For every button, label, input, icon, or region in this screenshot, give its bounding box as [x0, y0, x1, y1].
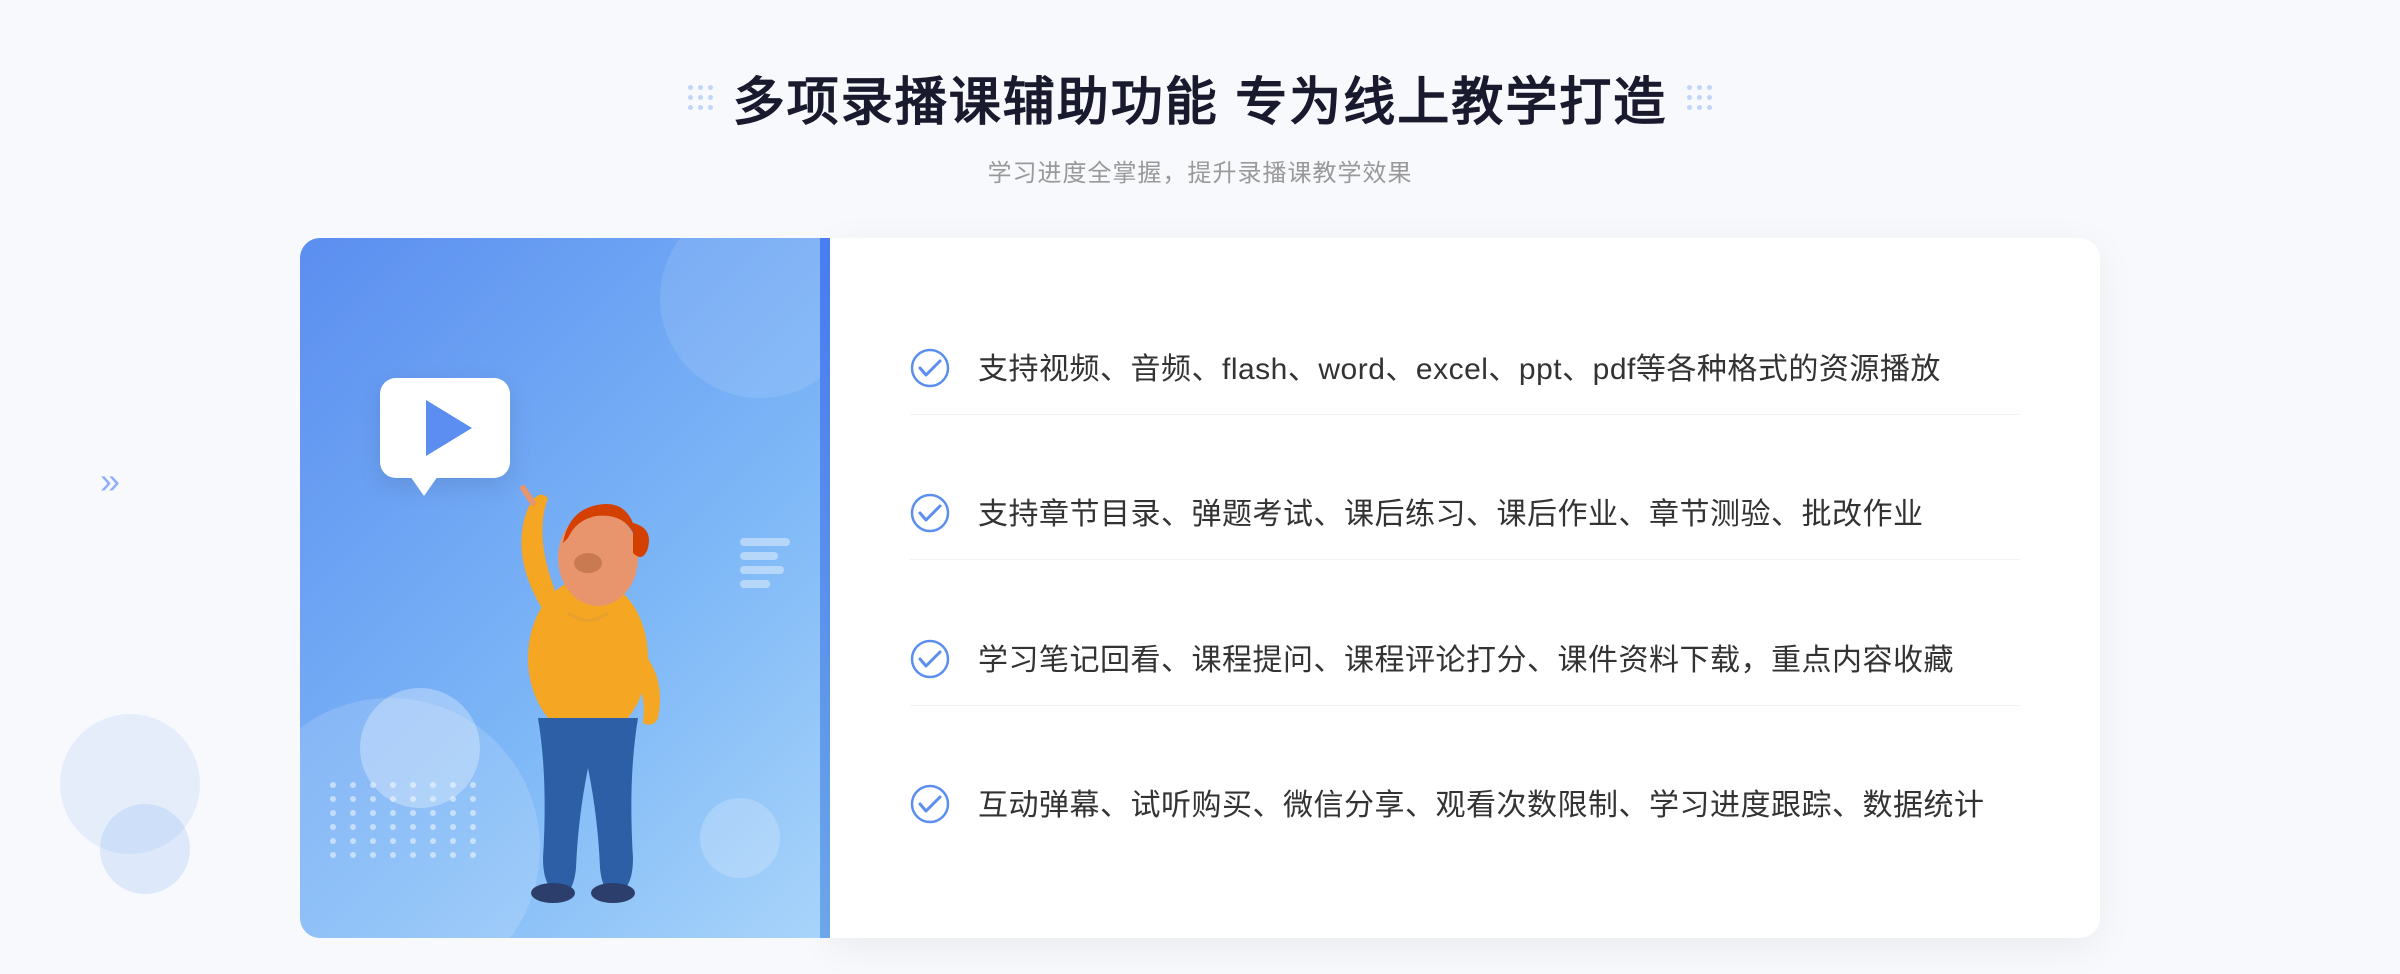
features-left-strip: [820, 238, 830, 938]
feature-item-3: 学习笔记回看、课程提问、课程评论打分、课件资料下载，重点内容收藏: [910, 617, 2020, 706]
header-deco-left: [688, 85, 713, 110]
feature-text-2: 支持章节目录、弹题考试、课后练习、课后作业、章节测验、批改作业: [978, 491, 1924, 539]
features-panel: 支持视频、音频、flash、word、excel、ppt、pdf等各种格式的资源…: [830, 238, 2100, 938]
check-icon-4: [910, 784, 950, 824]
check-icon-2: [910, 493, 950, 533]
chevron-left-deco: »: [100, 460, 120, 502]
feature-item-4: 互动弹幕、试听购买、微信分享、观看次数限制、学习进度跟踪、数据统计: [910, 762, 2020, 850]
main-title: 多项录播课辅助功能 专为线上教学打造: [733, 60, 1667, 135]
subtitle: 学习进度全掌握，提升录播课教学效果: [688, 153, 1712, 188]
illustration-card: [300, 238, 820, 938]
feature-item-1: 支持视频、音频、flash、word、excel、ppt、pdf等各种格式的资源…: [910, 326, 2020, 415]
feature-text-1: 支持视频、音频、flash、word、excel、ppt、pdf等各种格式的资源…: [978, 346, 1941, 394]
human-figure: [448, 358, 728, 938]
check-icon-1: [910, 348, 950, 388]
bars-decoration: [740, 538, 790, 588]
bg-circle-2: [100, 804, 190, 894]
feature-text-4: 互动弹幕、试听购买、微信分享、观看次数限制、学习进度跟踪、数据统计: [978, 782, 1985, 830]
title-row: 多项录播课辅助功能 专为线上教学打造: [688, 60, 1712, 135]
header-deco-right: [1687, 85, 1712, 110]
header-section: 多项录播课辅助功能 专为线上教学打造 学习进度全掌握，提升录播课教学效果: [688, 60, 1712, 188]
feature-text-3: 学习笔记回看、课程提问、课程评论打分、课件资料下载，重点内容收藏: [978, 637, 1954, 685]
check-icon-3: [910, 639, 950, 679]
content-area: 支持视频、音频、flash、word、excel、ppt、pdf等各种格式的资源…: [300, 238, 2100, 938]
page-container: » 多项录播课辅助功能 专为线上教学打造 学习进度全掌握，提升录播课教学效果: [0, 0, 2400, 974]
feature-item-2: 支持章节目录、弹题考试、课后练习、课后作业、章节测验、批改作业: [910, 471, 2020, 560]
